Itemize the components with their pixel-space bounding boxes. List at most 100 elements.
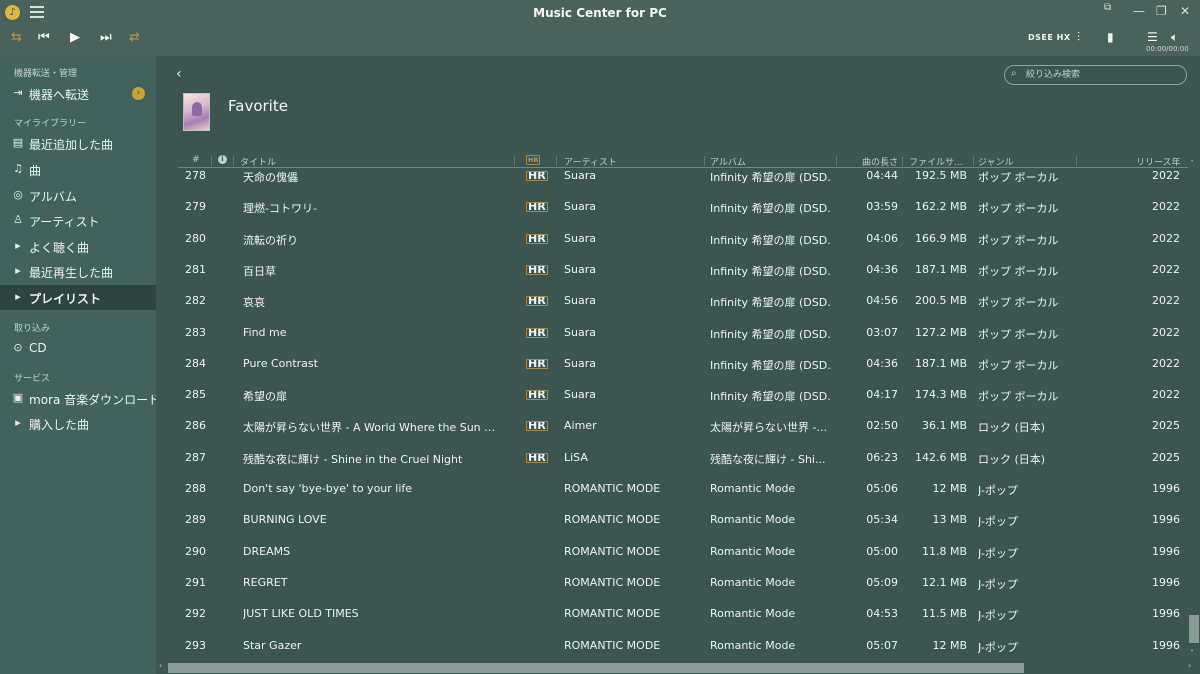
track-release-year: 2022 [1152,388,1180,402]
column-divider[interactable] [233,156,234,166]
horizontal-scroll-thumb[interactable] [168,663,1024,673]
table-row[interactable]: 286 太陽が昇らない世界 - A World Where the Sun Ne.… [178,411,1188,442]
track-artist: Suara [564,325,596,339]
sidebar-item-artists[interactable]: ♙ アーティスト [0,208,156,233]
column-divider[interactable] [704,156,705,166]
track-file-size: 36.1 MB [921,419,967,433]
sidebar-item-label: CD [29,341,47,355]
repeat-icon[interactable]: ⇆ [11,30,22,45]
track-album: Infinity 希望の扉 (DSD... [710,202,832,216]
column-divider[interactable] [836,156,837,166]
hr-badge: HR [526,202,548,213]
vertical-scroll-thumb[interactable] [1189,615,1199,643]
scroll-right-icon[interactable]: › [1188,661,1191,670]
track-genre: J-ポップ [978,577,1018,591]
table-row[interactable]: 289 BURNING LOVE ROMANTIC MODE Romantic Mod… [178,505,1188,536]
table-row[interactable]: 287 残酷な夜に輝け - Shine in the Cruel Night HR L… [178,443,1188,474]
table-row[interactable]: 282 哀哀 HR Suara Infinity 希望の扉 (DSD... 04:56 20… [178,286,1188,317]
next-track-icon[interactable]: ⏭ [100,30,112,45]
equalizer-icon[interactable]: ⫶ [1077,30,1080,45]
sidebar-item-purchased[interactable]: ▸ 購入した曲 [0,411,156,436]
track-title: 太陽が昇らない世界 - A World Where the Sun Ne... [243,421,503,435]
column-divider[interactable] [211,156,212,166]
column-divider[interactable] [902,156,903,166]
table-row[interactable]: 281 百日草 HR Suara Infinity 希望の扉 (DSD... 04:36 1… [178,255,1188,286]
track-file-size: 200.5 MB [914,294,967,308]
horizontal-scrollbar[interactable]: ‹ › [156,661,1200,674]
search-box[interactable]: ⌕ [1004,65,1187,85]
track-album: Infinity 希望の扉 (DSD... [710,264,832,278]
sidebar-item-label: mora 音楽ダウンロード [29,393,161,407]
table-row[interactable]: 290 DREAMS ROMANTIC MODE Romantic Mode 05:00… [178,537,1188,568]
column-hr[interactable]: HR [526,155,541,165]
track-title: BURNING LOVE [243,513,327,527]
track-number: 288 [185,482,206,495]
track-file-size: 174.3 MB [914,388,967,402]
track-number: 284 [185,356,206,370]
sidebar-item-playlists[interactable]: ▸ プレイリスト [0,285,156,310]
play-queue-icon[interactable]: ☰ [1147,30,1158,44]
track-artist: ROMANTIC MODE [564,482,661,495]
column-artist[interactable]: アーティスト [564,155,617,168]
sidebar-item-songs[interactable]: ♫ 曲 [0,157,156,182]
volume-icon[interactable]: 🔈︎ [1171,30,1178,45]
sidebar-item-label: 曲 [29,164,42,178]
scroll-up-icon[interactable]: ˄ [1190,159,1194,168]
track-number: 291 [185,575,206,589]
arrow-right-icon[interactable]: › [132,87,145,100]
sidebar-item-recent-played[interactable]: ▸ 最近再生した曲 [0,259,156,284]
search-input[interactable] [1026,68,1181,82]
track-artist: ROMANTIC MODE [564,575,661,589]
column-divider[interactable] [1076,156,1077,166]
sidebar-item-mora[interactable]: ▣ mora 音楽ダウンロード [0,386,160,411]
scroll-left-icon[interactable]: ‹ [159,661,162,670]
back-arrow-icon[interactable]: ‹ [176,66,182,82]
mini-player-icon[interactable]: ⧉ [1104,2,1111,13]
column-genre[interactable]: ジャンル [978,155,1014,168]
track-album: Infinity 希望の扉 (DSD... [710,296,832,310]
table-row[interactable]: 280 流転の祈り HR Suara Infinity 希望の扉 (DSD... 04:0… [178,224,1188,255]
minimize-icon[interactable]: — [1133,4,1145,18]
dsee-hx-toggle[interactable]: DSEE HX [1028,33,1070,42]
table-row[interactable]: 279 理燃-コトワリ- HR Suara Infinity 希望の扉 (DSD... 0… [178,192,1188,223]
device-icon[interactable]: ▮ [1107,30,1114,44]
scroll-down-icon[interactable]: ˅ [1190,649,1194,658]
main-panel: ‹ ⌕ Favorite # i タイトル HR アーティスト アルバム 曲の長… [156,56,1200,674]
track-album: Infinity 希望の扉 (DSD... [710,390,832,404]
vertical-scrollbar[interactable]: ˄ ˅ [1188,159,1200,661]
restore-icon[interactable]: ❐ [1156,4,1167,18]
table-row[interactable]: 283 Find me HR Suara Infinity 希望の扉 (DSD... 03… [178,318,1188,349]
table-row[interactable]: 284 Pure Contrast HR Suara Infinity 希望の扉 (DS… [178,349,1188,380]
info-icon[interactable]: i [218,155,227,164]
table-row[interactable]: 288 Don't say 'bye-bye' to your life ROMAN… [178,474,1188,505]
table-row[interactable]: 285 希望の扉 HR Suara Infinity 希望の扉 (DSD... 04:17… [178,380,1188,411]
previous-track-icon[interactable]: ⏮ [38,30,50,45]
close-icon[interactable]: ✕ [1180,4,1190,18]
column-divider[interactable] [973,156,974,166]
table-row[interactable]: 278 天命の傀儡 HR Suara Infinity 希望の扉 (DSD... 04:4… [178,169,1188,192]
sidebar-item-frequent[interactable]: ▸ よく聴く曲 [0,234,156,259]
column-number[interactable]: # [192,155,200,165]
shuffle-icon[interactable]: ⇄ [129,30,140,45]
column-album[interactable]: アルバム [710,155,746,168]
column-divider[interactable] [556,156,557,166]
section-device-header: 機器転送・管理 [14,69,78,79]
column-title[interactable]: タイトル [240,155,276,168]
track-artist: ROMANTIC MODE [564,607,661,621]
sidebar-item-cd[interactable]: ⊙ CD [0,336,156,361]
column-release-year[interactable]: リリース年 [1136,155,1181,168]
sidebar-item-transfer[interactable]: ⇥ 機器へ転送 › [0,81,156,106]
column-divider[interactable] [514,156,515,166]
section-library-header: マイライブラリー [14,119,87,129]
table-row[interactable]: 292 JUST LIKE OLD TIMES ROMANTIC MODE Roman… [178,599,1188,630]
column-length[interactable]: 曲の長さ [862,155,898,168]
track-length: 05:06 [866,482,898,495]
sidebar-item-recent-added[interactable]: ▤ 最近追加した曲 [0,131,156,156]
hr-badge: HR [526,296,548,307]
column-size[interactable]: ファイルサ... [909,155,963,168]
track-file-size: 187.1 MB [914,262,967,276]
table-row[interactable]: 291 REGRET ROMANTIC MODE Romantic Mode 05:09… [178,568,1188,599]
table-row[interactable]: 293 Star Gazer ROMANTIC MODE Romantic Mode 0… [178,631,1188,660]
play-icon[interactable]: ▶ [70,30,80,45]
sidebar-item-albums[interactable]: ◎ アルバム [0,183,156,208]
